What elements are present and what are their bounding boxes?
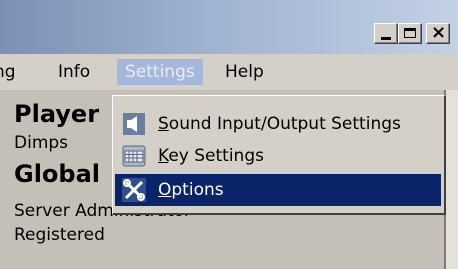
menu-item-label: ptions [171, 180, 224, 200]
menu-item-key-settings[interactable]: Key Settings [115, 140, 441, 172]
mnemonic: S [158, 114, 169, 134]
menu-item-settings[interactable]: Settings [117, 59, 203, 85]
player-heading: Player [14, 100, 100, 128]
menu-item-label: ey Settings [168, 146, 264, 166]
player-name: Dimps [14, 133, 69, 153]
menu-item-partial[interactable]: ng [0, 59, 24, 85]
close-icon: × [431, 22, 447, 43]
menu-item-sound-settings[interactable]: Sound Input/Output Settings [115, 108, 441, 140]
keyboard-icon [122, 144, 146, 168]
title-bar: × [0, 0, 458, 54]
window-edge [446, 90, 458, 269]
mnemonic: O [158, 180, 172, 200]
menu-item-options[interactable]: Options [115, 174, 441, 206]
close-button[interactable]: × [426, 23, 450, 44]
speaker-icon [122, 112, 146, 136]
minimize-icon [381, 37, 391, 40]
tools-icon [122, 178, 146, 202]
maximize-icon [404, 28, 416, 38]
global-heading: Global [14, 160, 101, 188]
maximize-button[interactable] [398, 23, 422, 44]
menu-item-label: ound Input/Output Settings [168, 114, 401, 134]
minimize-button[interactable] [374, 23, 398, 44]
menu-bar: ng Info Settings Help [0, 54, 458, 90]
settings-dropdown-menu: Sound Input/Output Settings Key Settings [112, 95, 446, 215]
mnemonic: K [158, 146, 169, 166]
menu-item-info[interactable]: Info [50, 59, 98, 85]
menu-item-help[interactable]: Help [217, 59, 272, 85]
status-text: Registered [14, 225, 105, 245]
